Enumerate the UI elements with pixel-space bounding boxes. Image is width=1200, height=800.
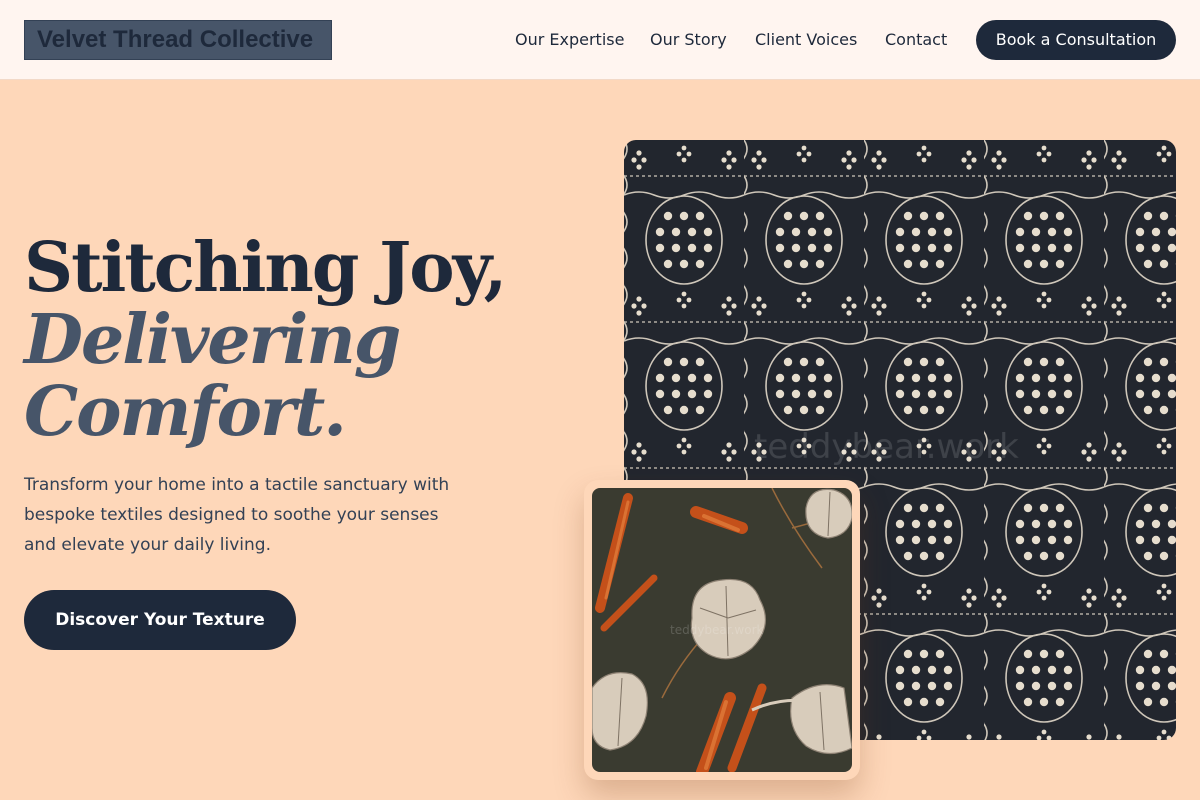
floral-textile-card: teddybear.work — [584, 480, 860, 780]
floral-watermark: teddybear.work — [670, 623, 764, 637]
pattern-watermark: teddybear.work — [754, 427, 1019, 467]
site-header: Velvet Thread Collective Our Expertise O… — [0, 0, 1200, 80]
nav-link-client-voices[interactable]: Client Voices — [755, 30, 857, 50]
hero-title-line-1: Stitching Joy, — [24, 228, 507, 308]
hero-title-line-3: Comfort. — [24, 372, 347, 452]
hero-title: Stitching Joy, Delivering Comfort. — [24, 232, 544, 448]
nav-link-contact[interactable]: Contact — [885, 30, 947, 50]
brand-logo[interactable]: Velvet Thread Collective — [24, 20, 332, 60]
floral-textile-image: teddybear.work — [592, 488, 852, 772]
hero-description: Transform your home into a tactile sanct… — [24, 475, 450, 555]
discover-texture-button[interactable]: Discover Your Texture — [24, 590, 296, 650]
nav-link-our-story[interactable]: Our Story — [650, 30, 727, 50]
nav-link-our-expertise[interactable]: Our Expertise — [515, 30, 624, 50]
book-consultation-button[interactable]: Book a Consultation — [976, 20, 1176, 60]
hero-title-line-2: Delivering — [24, 300, 401, 380]
